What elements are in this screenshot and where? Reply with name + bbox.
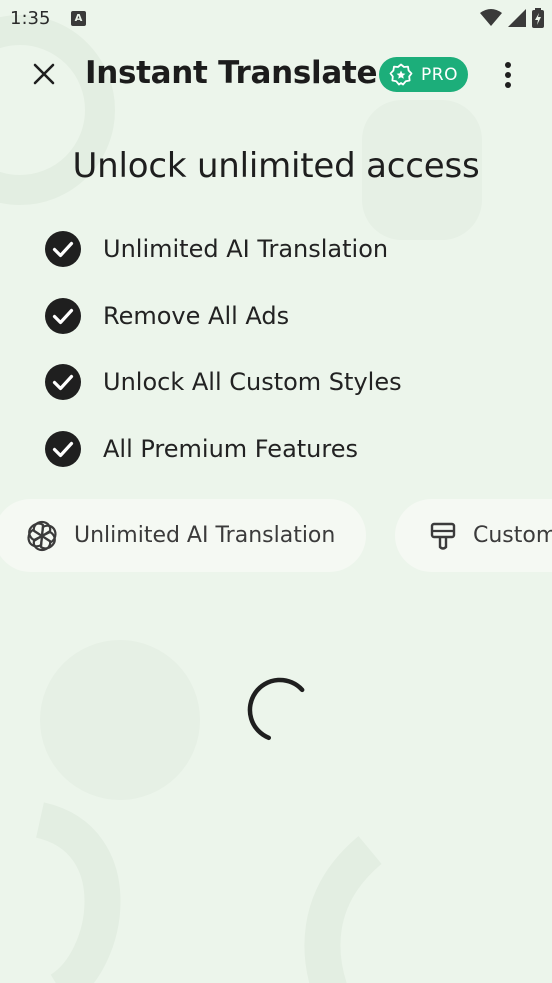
chip-label: Custom Styles [473, 523, 552, 548]
feature-item: Remove All Ads [44, 296, 402, 336]
toolbar: Instant Translate PRO [0, 52, 552, 96]
feature-label: All Premium Features [103, 434, 358, 463]
notification-icon: A [71, 11, 86, 26]
status-indicators [480, 8, 544, 28]
loading-spinner [247, 677, 305, 741]
pro-badge-label: PRO [421, 64, 458, 85]
feature-item: Unlock All Custom Styles [44, 362, 402, 402]
more-vert-icon [505, 62, 511, 88]
ai-knot-icon [27, 520, 57, 551]
check-circle-icon [45, 231, 81, 267]
battery-icon [532, 8, 544, 28]
more-options-button[interactable] [494, 56, 522, 92]
feature-label: Unlock All Custom Styles [103, 368, 402, 396]
check-circle-icon [45, 364, 81, 400]
wifi-icon [480, 9, 502, 26]
feature-chip-custom-styles[interactable]: Custom Styles [395, 499, 552, 572]
unlock-headline: Unlock unlimited access [72, 146, 480, 186]
feature-item: Unlimited AI Translation [44, 229, 402, 269]
paint-brush-icon [430, 522, 456, 550]
signal-icon [508, 9, 526, 27]
feature-item: All Premium Features [44, 429, 402, 469]
app-title: Instant Translate [85, 55, 378, 91]
chip-label: Unlimited AI Translation [74, 523, 336, 548]
pro-badge[interactable]: PRO [379, 57, 468, 92]
check-circle-icon [45, 297, 81, 334]
feature-label: Remove All Ads [103, 301, 290, 330]
feature-carousel[interactable]: Unlimited AI Translation Custom Styles [0, 499, 552, 572]
feature-chip-ai-translation[interactable]: Unlimited AI Translation [0, 499, 366, 572]
status-time: 1:35 [10, 8, 51, 29]
feature-label: Unlimited AI Translation [103, 235, 389, 263]
check-circle-icon [45, 430, 81, 467]
close-button[interactable] [26, 56, 62, 92]
close-icon [33, 63, 55, 85]
status-bar: 1:35 A [0, 0, 552, 38]
feature-list: Unlimited AI Translation Remove All Ads … [44, 229, 402, 495]
premium-star-icon [389, 63, 413, 85]
